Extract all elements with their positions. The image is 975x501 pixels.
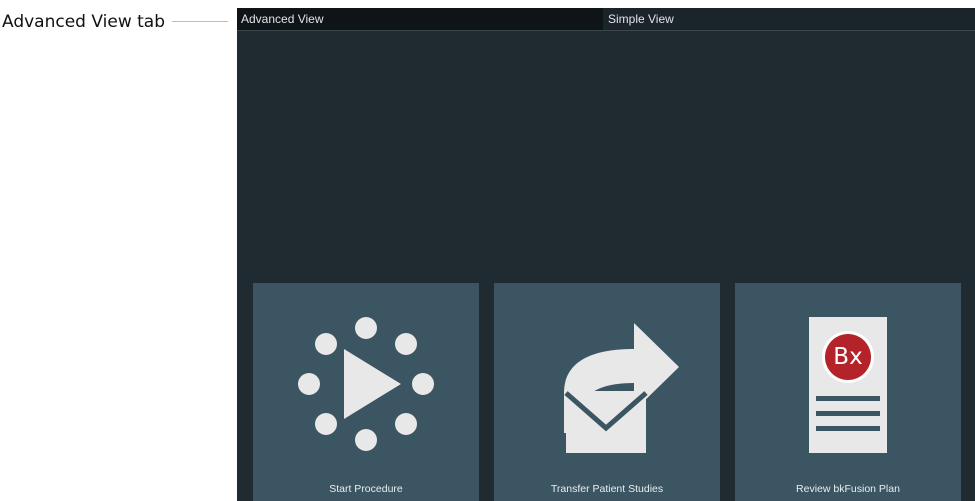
review-bkfusion-plan-label: Review bkFusion Plan — [796, 483, 900, 495]
transfer-patient-studies-button[interactable]: Transfer Patient Studies — [494, 283, 720, 501]
start-procedure-label: Start Procedure — [329, 483, 403, 495]
callout-leader-line — [172, 21, 228, 22]
transfer-mail-icon — [564, 323, 679, 453]
start-procedure-icon — [298, 317, 434, 451]
callout-label: Advanced View tab — [2, 12, 165, 32]
transfer-patient-studies-label: Transfer Patient Studies — [550, 483, 664, 495]
bx-document-icon — [809, 317, 887, 453]
tab-bar: Advanced View Simple View — [237, 8, 975, 31]
tab-advanced-view[interactable]: Advanced View — [237, 8, 603, 30]
tab-simple-view[interactable]: Simple View — [603, 8, 975, 30]
start-procedure-button[interactable]: Start Procedure — [253, 283, 479, 501]
review-bkfusion-plan-button[interactable]: Bx Review bkFusion Plan — [735, 283, 961, 501]
app-screen: Advanced View Simple View Start Procedur… — [237, 8, 975, 501]
bx-badge-text: Bx — [833, 344, 863, 370]
